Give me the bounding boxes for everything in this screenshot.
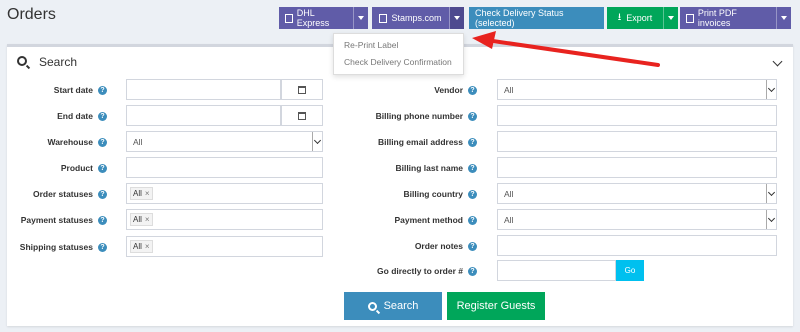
help-icon[interactable]: ? [468, 137, 477, 147]
help-icon[interactable]: ? [98, 163, 107, 173]
go-button[interactable]: Go [616, 260, 644, 281]
chevron-down-icon [766, 210, 776, 229]
check-delivery-status-label: Check Delivery Status (selected) [475, 8, 564, 28]
page-title: Orders [7, 6, 56, 23]
shipping-statuses-multiselect[interactable]: All × [126, 236, 323, 257]
chevron-down-icon [766, 184, 776, 203]
help-icon[interactable]: ? [468, 215, 477, 225]
dhl-express-dropdown-toggle[interactable] [354, 7, 368, 29]
billing-last-name-input[interactable] [497, 157, 777, 178]
help-icon[interactable]: ? [98, 111, 107, 121]
help-icon[interactable]: ? [98, 137, 107, 147]
go-to-order-label: Go directly to order #? [335, 261, 477, 281]
billing-phone-input[interactable] [497, 105, 777, 126]
help-icon[interactable]: ? [98, 215, 107, 225]
start-date-label: Start date? [10, 80, 107, 100]
stamps-com-label: Stamps.com [391, 13, 442, 23]
remove-icon[interactable]: × [145, 189, 150, 198]
search-icon [367, 301, 377, 311]
stamps-button-group: Stamps.com [372, 7, 464, 29]
search-panel-title: Search [39, 55, 78, 69]
document-icon [686, 13, 694, 23]
remove-icon[interactable]: × [145, 215, 150, 224]
product-input[interactable] [126, 157, 323, 178]
billing-country-label: Billing country? [335, 184, 477, 204]
order-statuses-multiselect[interactable]: All × [126, 183, 323, 204]
chevron-down-icon [766, 80, 776, 99]
billing-email-input[interactable] [497, 131, 777, 152]
help-icon[interactable]: ? [98, 189, 107, 199]
vendor-label: Vendor? [335, 80, 477, 100]
dhl-express-button-group: DHL Express [279, 7, 368, 29]
remove-icon[interactable]: × [145, 242, 150, 251]
search-icon [17, 56, 27, 66]
vendor-select[interactable]: All [497, 79, 777, 100]
help-icon[interactable]: ? [98, 242, 107, 252]
stamps-com-dropdown-toggle[interactable] [450, 7, 464, 29]
stamps-com-button[interactable]: Stamps.com [372, 7, 450, 29]
help-icon[interactable]: ? [468, 189, 477, 199]
payment-method-select[interactable]: All [497, 209, 777, 230]
chevron-down-icon[interactable] [772, 56, 783, 67]
register-guests-button[interactable]: Register Guests [447, 292, 545, 320]
order-notes-input[interactable] [497, 235, 777, 256]
print-pdf-invoices-label: Print PDF invoices [697, 8, 737, 28]
calendar-icon [298, 85, 306, 94]
check-delivery-confirmation-menu-item[interactable]: Check Delivery Confirmation [334, 54, 463, 71]
warehouse-select[interactable]: All [126, 131, 323, 152]
help-icon[interactable]: ? [468, 241, 477, 251]
product-label: Product? [10, 158, 107, 178]
billing-country-select[interactable]: All [497, 183, 777, 204]
shipping-statuses-label: Shipping statuses? [10, 237, 107, 257]
start-date-calendar-button[interactable] [281, 79, 323, 100]
help-icon[interactable]: ? [468, 111, 477, 121]
warehouse-label: Warehouse? [10, 132, 107, 152]
print-pdf-invoices-button[interactable]: Print PDF invoices [680, 7, 777, 29]
print-pdf-button-group: Print PDF invoices [680, 7, 791, 29]
help-icon[interactable]: ? [468, 266, 477, 276]
search-button[interactable]: Search [344, 292, 442, 320]
order-number-input[interactable] [497, 260, 616, 281]
payment-status-tag: All × [130, 213, 153, 226]
export-button-group: ⭳ Export [607, 7, 678, 29]
billing-email-label: Billing email address? [335, 132, 477, 152]
payment-statuses-multiselect[interactable]: All × [126, 209, 323, 230]
export-dropdown-toggle[interactable] [664, 7, 678, 29]
check-delivery-status-button[interactable]: Check Delivery Status (selected) [469, 7, 604, 29]
dhl-express-button[interactable]: DHL Express [279, 7, 354, 29]
document-icon [379, 13, 388, 23]
print-pdf-dropdown-toggle[interactable] [777, 7, 791, 29]
shipping-status-tag: All × [130, 240, 153, 253]
order-statuses-label: Order statuses? [10, 184, 107, 204]
help-icon[interactable]: ? [468, 85, 477, 95]
payment-method-label: Payment method? [335, 210, 477, 230]
start-date-input[interactable] [126, 79, 281, 100]
download-icon: ⭳ [617, 11, 622, 23]
order-notes-label: Order notes? [335, 236, 477, 256]
dhl-express-label: DHL Express [296, 8, 330, 28]
chevron-down-icon [312, 132, 322, 151]
end-date-input[interactable] [126, 105, 281, 126]
calendar-icon [298, 111, 306, 120]
document-icon [285, 13, 293, 23]
stamps-com-dropdown-menu: Re-Print Label Check Delivery Confirmati… [333, 33, 464, 75]
payment-statuses-label: Payment statuses? [10, 210, 107, 230]
help-icon[interactable]: ? [468, 163, 477, 173]
help-icon[interactable]: ? [98, 85, 107, 95]
register-guests-label: Register Guests [456, 300, 536, 312]
end-date-calendar-button[interactable] [281, 105, 323, 126]
billing-last-name-label: Billing last name? [335, 158, 477, 178]
reprint-label-menu-item[interactable]: Re-Print Label [334, 37, 463, 54]
end-date-label: End date? [10, 106, 107, 126]
billing-phone-label: Billing phone number? [335, 106, 477, 126]
order-status-tag: All × [130, 187, 153, 200]
export-button[interactable]: ⭳ Export [607, 7, 664, 29]
search-button-label: Search [383, 300, 419, 312]
export-label: Export [626, 13, 653, 23]
